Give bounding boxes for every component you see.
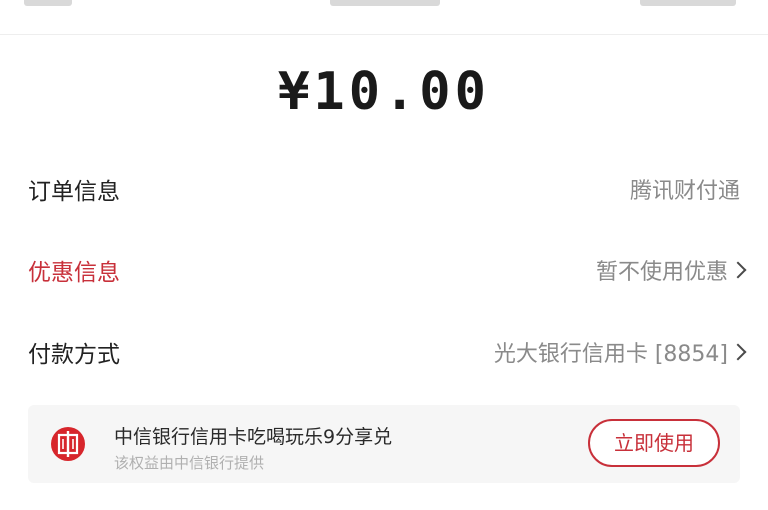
order-info-value: 腾讯财付通 bbox=[629, 179, 740, 204]
discount-info-label: 优惠信息 bbox=[28, 260, 120, 286]
payment-method-row[interactable]: 付款方式 光大银行信用卡 [8854] bbox=[0, 322, 768, 382]
bank-promo-card: 中信银行信用卡吃喝玩乐9分享兑 该权益由中信银行提供 立即使用 bbox=[28, 405, 740, 483]
promo-subtitle: 该权益由中信银行提供 bbox=[114, 454, 265, 472]
chevron-right-icon bbox=[729, 261, 747, 279]
promo-title: 中信银行信用卡吃喝玩乐9分享兑 bbox=[114, 426, 393, 448]
top-bar bbox=[0, 0, 768, 35]
top-bar-title-fragment bbox=[330, 0, 440, 6]
payment-method-label: 付款方式 bbox=[28, 342, 120, 368]
discount-info-value: 暂不使用优惠 bbox=[595, 260, 728, 285]
citic-bank-logo-icon bbox=[51, 427, 85, 461]
chevron-right-icon bbox=[729, 343, 747, 361]
top-bar-left-fragment bbox=[24, 0, 72, 6]
top-bar-right-fragment bbox=[640, 0, 736, 6]
order-info-label: 订单信息 bbox=[28, 179, 120, 205]
order-info-row: 订单信息 腾讯财付通 bbox=[0, 159, 768, 219]
payment-page: ¥10.00 订单信息 腾讯财付通 优惠信息 暂不使用优惠 付款方式 光大银行信… bbox=[0, 0, 768, 510]
discount-info-row[interactable]: 优惠信息 暂不使用优惠 bbox=[0, 240, 768, 300]
payment-method-value: 光大银行信用卡 [8854] bbox=[493, 342, 728, 367]
use-now-button[interactable]: 立即使用 bbox=[588, 419, 720, 467]
payment-amount: ¥10.00 bbox=[278, 62, 490, 122]
